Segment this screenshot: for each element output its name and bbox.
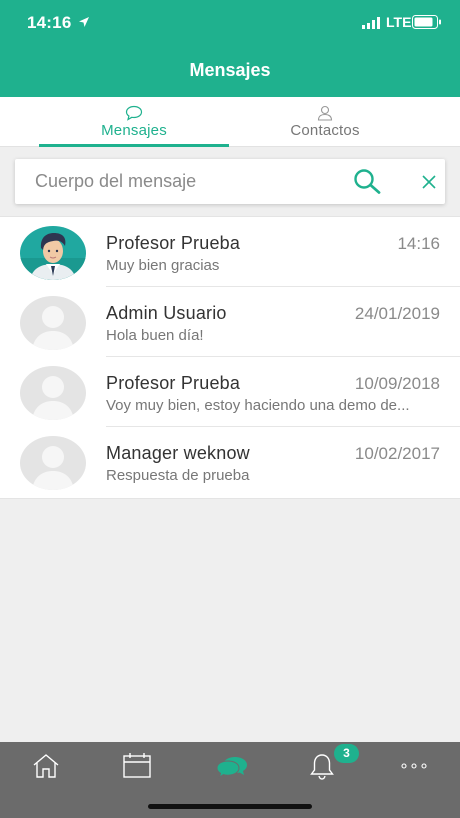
contact-name: Admin Usuario bbox=[106, 303, 227, 323]
bell-icon bbox=[310, 754, 334, 780]
search-icon[interactable] bbox=[353, 168, 381, 194]
more-icon bbox=[401, 763, 427, 769]
person-icon bbox=[317, 105, 333, 121]
tab-label: Contactos bbox=[290, 122, 360, 139]
home-icon bbox=[33, 754, 59, 778]
message-date: 14:16 bbox=[397, 234, 440, 253]
avatar bbox=[20, 226, 86, 280]
nav-notifications[interactable]: 3 bbox=[292, 742, 359, 798]
message-preview: Respuesta de prueba bbox=[106, 467, 250, 484]
tab-label: Mensajes bbox=[101, 122, 167, 139]
message-preview: Muy bien gracias bbox=[106, 257, 220, 274]
page-title: Mensajes bbox=[189, 60, 271, 80]
network-type: LTE bbox=[386, 14, 412, 30]
message-list: Profesor Prueba 14:16 Muy bien gracias A… bbox=[0, 216, 460, 499]
message-row[interactable]: Admin Usuario 24/01/2019 Hola buen día! bbox=[0, 287, 460, 357]
message-preview: Hola buen día! bbox=[106, 327, 204, 344]
message-row[interactable]: Profesor Prueba 10/09/2018 Voy muy bien,… bbox=[0, 357, 460, 427]
nav-more[interactable] bbox=[384, 742, 444, 798]
avatar bbox=[20, 296, 86, 350]
tab-messages[interactable]: Mensajes bbox=[39, 97, 229, 147]
nav-home[interactable] bbox=[16, 742, 76, 798]
location-arrow-icon bbox=[79, 17, 89, 27]
status-time: 14:16 bbox=[27, 13, 72, 32]
calendar-icon bbox=[123, 753, 151, 778]
avatar bbox=[20, 366, 86, 420]
contact-name: Profesor Prueba bbox=[106, 373, 241, 393]
message-row[interactable]: Profesor Prueba 14:16 Muy bien gracias bbox=[0, 217, 460, 287]
message-date: 10/09/2018 bbox=[354, 374, 440, 393]
nav-messages[interactable] bbox=[200, 742, 260, 798]
chat-bubble-icon bbox=[125, 105, 143, 121]
avatar bbox=[20, 436, 86, 490]
contact-name: Profesor Prueba bbox=[106, 233, 241, 253]
status-bar: 14:16 LTE bbox=[0, 0, 460, 44]
battery-icon bbox=[412, 15, 441, 29]
contact-name: Manager weknow bbox=[106, 443, 250, 463]
search-bar bbox=[15, 159, 445, 204]
tab-bar: Mensajes Contactos bbox=[0, 97, 460, 147]
messages-icon bbox=[216, 757, 247, 779]
close-icon[interactable] bbox=[421, 174, 437, 190]
app-header: 14:16 LTE Mensajes bbox=[0, 0, 460, 97]
message-row[interactable]: Manager weknow 10/02/2017 Respuesta de p… bbox=[0, 427, 460, 497]
active-tab-indicator bbox=[39, 144, 229, 147]
message-date: 24/01/2019 bbox=[354, 304, 440, 323]
nav-calendar[interactable] bbox=[107, 742, 167, 798]
signal-icon bbox=[362, 17, 380, 29]
home-indicator bbox=[148, 804, 312, 809]
notification-badge: 3 bbox=[334, 744, 359, 763]
search-input[interactable] bbox=[35, 159, 345, 204]
message-preview: Voy muy bien, estoy haciendo una demo de… bbox=[106, 397, 410, 414]
tab-contacts[interactable]: Contactos bbox=[230, 97, 420, 147]
message-date: 10/02/2017 bbox=[354, 444, 440, 463]
